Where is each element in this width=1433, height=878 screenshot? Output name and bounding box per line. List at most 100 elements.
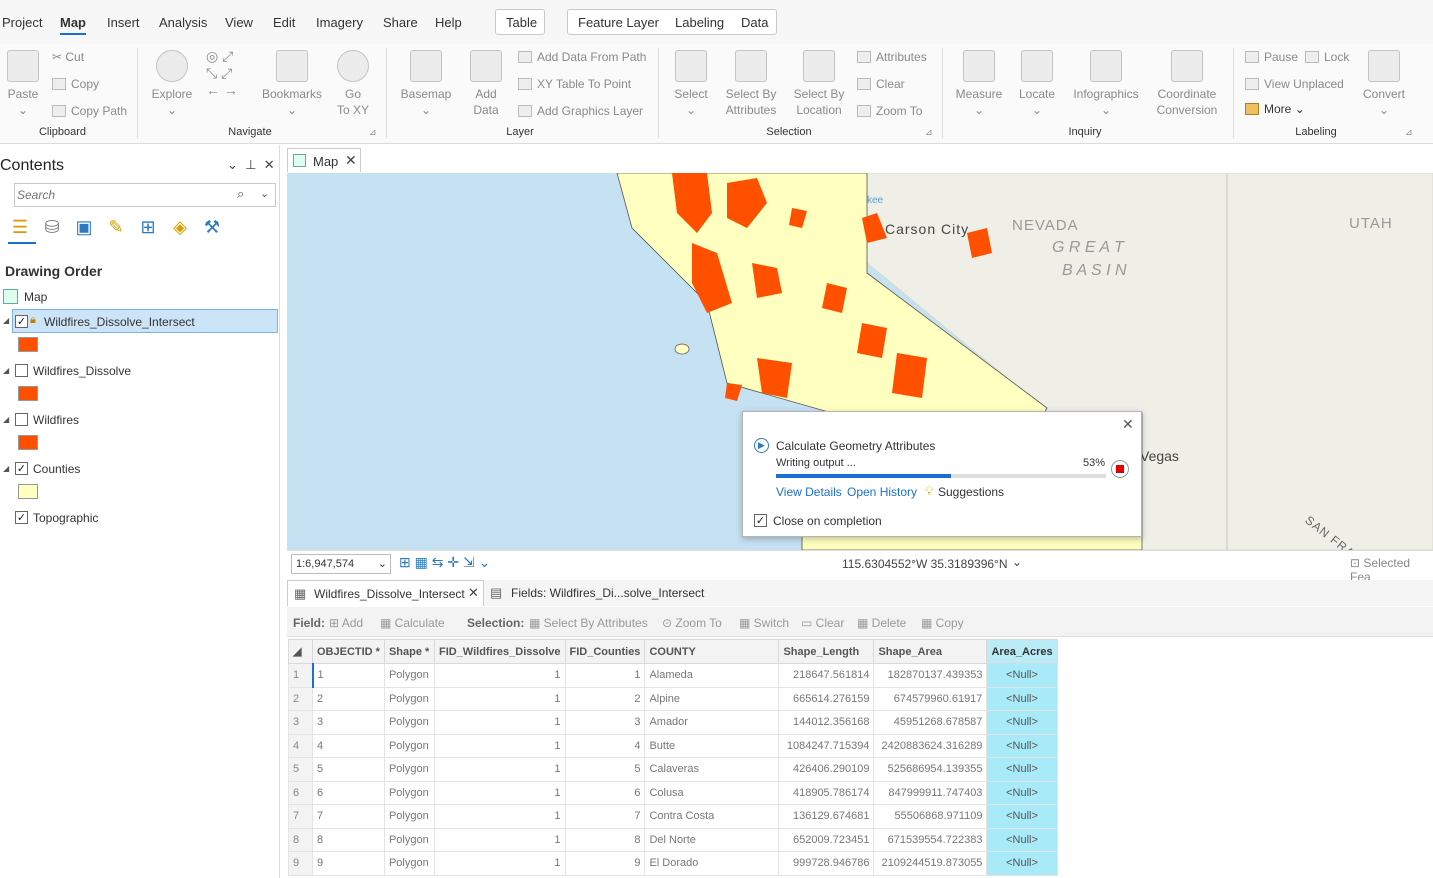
table-cell[interactable]: 5 — [312, 757, 385, 782]
list-by-perspective-icon[interactable]: ⚒ — [200, 215, 224, 239]
column-header[interactable]: FID_Wildfires_Dissolve — [433, 639, 566, 664]
dialog-launcher-icon[interactable]: ⊿ — [925, 127, 933, 138]
delete-button[interactable]: ▦ Delete — [857, 616, 906, 630]
paste-button[interactable]: Paste ⌄ — [6, 50, 40, 118]
go-to-xy-button[interactable]: Go To XY — [333, 50, 373, 118]
menu-imagery[interactable]: Imagery — [316, 15, 363, 30]
pause-labeling-button[interactable]: Pause — [1245, 50, 1298, 64]
table-cell[interactable]: 2420883624.316289 — [873, 733, 988, 758]
table-cell[interactable]: 8 — [288, 827, 313, 852]
table-cell[interactable]: Alpine — [644, 686, 780, 711]
dialog-launcher-icon[interactable]: ⊿ — [369, 127, 377, 138]
select-all-corner[interactable]: ◢ — [288, 639, 313, 664]
table-cell[interactable]: 674579960.61917 — [873, 686, 988, 711]
attributes-button[interactable]: Attributes — [857, 50, 927, 64]
table-cell[interactable]: Polygon — [383, 710, 435, 735]
table-cell[interactable]: 3 — [564, 710, 646, 735]
table-cell[interactable]: 144012.356168 — [778, 710, 875, 735]
table-cell[interactable]: 4 — [288, 733, 313, 758]
layer-name-wildfires-dissolve-intersect[interactable]: Wildfires_Dissolve_Intersect — [44, 315, 195, 329]
map-view-tab[interactable]: Map ✕ — [287, 148, 361, 172]
expand-icon[interactable]: ◢ — [3, 415, 9, 424]
table-cell[interactable]: 7 — [564, 804, 646, 829]
table-cell[interactable]: 4 — [564, 733, 646, 758]
close-icon[interactable]: ✕ — [1122, 416, 1134, 433]
table-cell[interactable]: 1 — [311, 663, 385, 688]
table-cell[interactable]: 999728.946786 — [778, 851, 875, 876]
table-row[interactable]: 2 2 Polygon 1 2 Alpine 665614.276159 674579960.… — [288, 686, 1058, 711]
close-icon[interactable]: ✕ — [345, 152, 357, 169]
table-cell[interactable]: 8 — [312, 827, 385, 852]
add-field-button[interactable]: ⊞ Add — [329, 616, 363, 630]
table-cell[interactable]: 1 — [433, 710, 566, 735]
add-graphics-layer-button[interactable]: Add Graphics Layer — [518, 104, 643, 118]
table-cell[interactable]: 7 — [288, 804, 313, 829]
menu-help[interactable]: Help — [435, 15, 462, 30]
table-cell[interactable]: <Null> — [986, 804, 1058, 829]
more-button[interactable]: More ⌄ — [1245, 102, 1305, 116]
table-cell[interactable]: <Null> — [986, 851, 1058, 876]
suggestions-link[interactable]: Suggestions — [938, 485, 1004, 499]
dialog-launcher-icon[interactable]: ⊿ — [1405, 127, 1413, 138]
table-cell[interactable]: 2 — [288, 686, 313, 711]
close-icon[interactable]: ✕ — [264, 157, 275, 172]
cut-button[interactable]: ✂ Cut — [52, 50, 84, 64]
table-cell[interactable]: 6 — [312, 780, 385, 805]
table-cell[interactable]: 1 — [433, 733, 566, 758]
table-cell[interactable]: 2109244519.873055 — [873, 851, 988, 876]
list-by-snapping-icon[interactable]: ⊞ — [136, 215, 160, 239]
layer-name-wildfires[interactable]: Wildfires — [33, 413, 79, 427]
table-cell[interactable]: Polygon — [383, 757, 435, 782]
menu-analysis[interactable]: Analysis — [159, 15, 207, 30]
column-header[interactable]: Area_Acres — [986, 639, 1058, 664]
table-cell[interactable]: Polygon — [383, 804, 435, 829]
column-header[interactable]: FID_Counties — [564, 639, 646, 664]
table-cell[interactable]: Polygon — [383, 733, 435, 758]
layer-visibility-checkbox[interactable] — [15, 413, 28, 426]
table-cell[interactable]: 9 — [312, 851, 385, 876]
expand-icon[interactable]: ◢ — [3, 366, 9, 375]
close-on-completion-checkbox[interactable]: ✓ — [754, 514, 767, 527]
table-cell[interactable]: 3 — [312, 710, 385, 735]
select-button[interactable]: Select ⌄ — [670, 50, 712, 118]
table-cell[interactable]: <Null> — [986, 757, 1058, 782]
table-cell[interactable]: Polygon — [383, 827, 435, 852]
table-cell[interactable]: Polygon — [383, 663, 435, 688]
expand-icon[interactable]: ◢ — [3, 316, 9, 325]
table-cell[interactable]: Polygon — [383, 780, 435, 805]
calculate-field-button[interactable]: ▦ Calculate — [380, 616, 445, 630]
navigate-small-icons[interactable]: ◎ ⤢ ⤡ ⤢ ← → — [206, 48, 238, 98]
table-cell[interactable]: 426406.290109 — [778, 757, 875, 782]
table-cell[interactable]: <Null> — [986, 663, 1058, 688]
table-cell[interactable]: 182870137.439353 — [873, 663, 988, 688]
switch-selection-button[interactable]: ▦ Switch — [739, 616, 789, 630]
table-cell[interactable]: 525686954.139355 — [873, 757, 988, 782]
column-header[interactable]: COUNTY — [644, 639, 780, 664]
table-cell[interactable]: Amador — [644, 710, 780, 735]
context-tab-table[interactable]: Table — [495, 9, 545, 35]
list-by-editing-icon[interactable]: ✎ — [104, 215, 128, 239]
pin-icon[interactable]: ⊥ — [245, 157, 256, 172]
list-by-source-icon[interactable]: ⛁ — [40, 215, 64, 239]
table-cell[interactable]: 1 — [433, 780, 566, 805]
zoom-to-selection-button[interactable]: Zoom To — [857, 104, 922, 118]
convert-button[interactable]: Convert ⌄ — [1360, 50, 1408, 118]
table-cell[interactable]: <Null> — [986, 710, 1058, 735]
table-cell[interactable]: Contra Costa — [644, 804, 780, 829]
layer-name-counties[interactable]: Counties — [33, 462, 80, 476]
chevron-down-icon[interactable]: ⌄ — [1012, 555, 1022, 569]
layer-name-topographic[interactable]: Topographic — [33, 511, 98, 525]
table-row[interactable]: 8 8 Polygon 1 8 Del Norte 652009.723451 6715395… — [288, 827, 1058, 852]
table-cell[interactable]: 55506868.971109 — [873, 804, 988, 829]
table-cell[interactable]: 45951268.678587 — [873, 710, 988, 735]
cancel-button[interactable] — [1111, 460, 1129, 478]
search-icon[interactable]: ⌕ — [237, 186, 244, 202]
table-row[interactable]: 5 5 Polygon 1 5 Calaveras 426406.290109 5256869… — [288, 757, 1058, 782]
table-cell[interactable]: 1 — [433, 757, 566, 782]
table-cell[interactable]: 9 — [564, 851, 646, 876]
column-header[interactable]: Shape_Length — [778, 639, 875, 664]
table-cell[interactable]: 218647.561814 — [778, 663, 875, 688]
table-cell[interactable]: 1 — [564, 663, 646, 688]
table-cell[interactable]: 652009.723451 — [778, 827, 875, 852]
layer-name-wildfires-dissolve[interactable]: Wildfires_Dissolve — [33, 364, 131, 378]
